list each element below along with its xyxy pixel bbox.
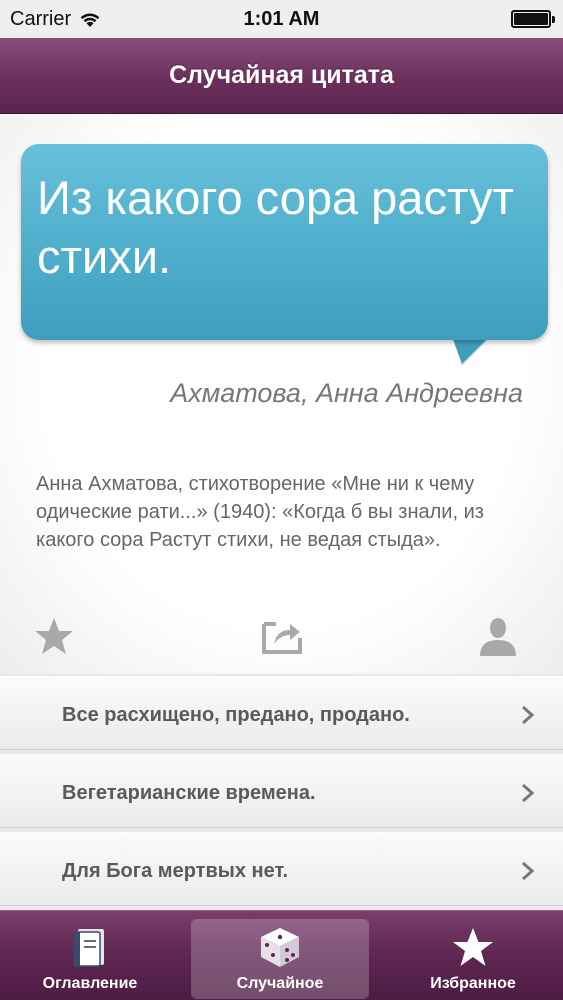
star-icon (35, 618, 73, 654)
battery-icon (511, 10, 555, 28)
tab-random[interactable]: Случайное (191, 919, 369, 999)
list-item-label: Для Бога мертвых нет. (62, 860, 289, 882)
related-quotes-list: Все расхищено, предано, продано. Вегетар… (0, 676, 563, 910)
chevron-right-icon (522, 705, 535, 725)
tab-label: Избранное (430, 975, 516, 992)
page-title: Случайная цитата (169, 61, 394, 89)
tab-label: Оглавление (42, 975, 138, 992)
list-item[interactable]: Все расхищено, предано, продано. (0, 676, 563, 750)
list-item[interactable]: Вегетарианские времена. (0, 754, 563, 828)
quote-author: Ахматова, Анна Андреевна (170, 378, 523, 408)
chevron-right-icon (522, 861, 535, 881)
tab-label: Случайное (236, 975, 324, 992)
status-bar: Carrier 1:01 AM (0, 0, 563, 38)
list-item-label: Вегетарианские времена. (62, 782, 316, 804)
list-item-label: Все расхищено, предано, продано. (62, 704, 410, 726)
person-icon (480, 618, 516, 656)
tab-favorites[interactable]: Избранное (383, 919, 563, 999)
bubble-tail (452, 336, 490, 364)
list-item[interactable]: Для Бога мертвых нет. (0, 832, 563, 906)
author-info-button[interactable] (476, 614, 520, 658)
share-icon (262, 622, 302, 654)
dice-icon (261, 928, 299, 967)
quote-card: Из какого сора растут стихи. Ахматова, А… (0, 114, 563, 674)
tab-contents[interactable]: Оглавление (0, 919, 180, 999)
book-icon (73, 929, 104, 967)
quote-actions (0, 614, 563, 664)
share-button[interactable] (260, 614, 304, 658)
tab-bar: Оглавление Случайное Избранное (0, 910, 563, 1000)
quote-description: Анна Ахматова, стихотворение «Мне ни к ч… (36, 473, 484, 551)
favorite-button[interactable] (32, 614, 76, 658)
quote-bubble: Из какого сора растут стихи. (21, 144, 548, 340)
star-icon (453, 928, 493, 966)
chevron-right-icon (522, 783, 535, 803)
navigation-bar: Случайная цитата (0, 38, 563, 114)
status-time: 1:01 AM (243, 8, 320, 30)
quote-text: Из какого сора растут стихи. (37, 171, 515, 283)
